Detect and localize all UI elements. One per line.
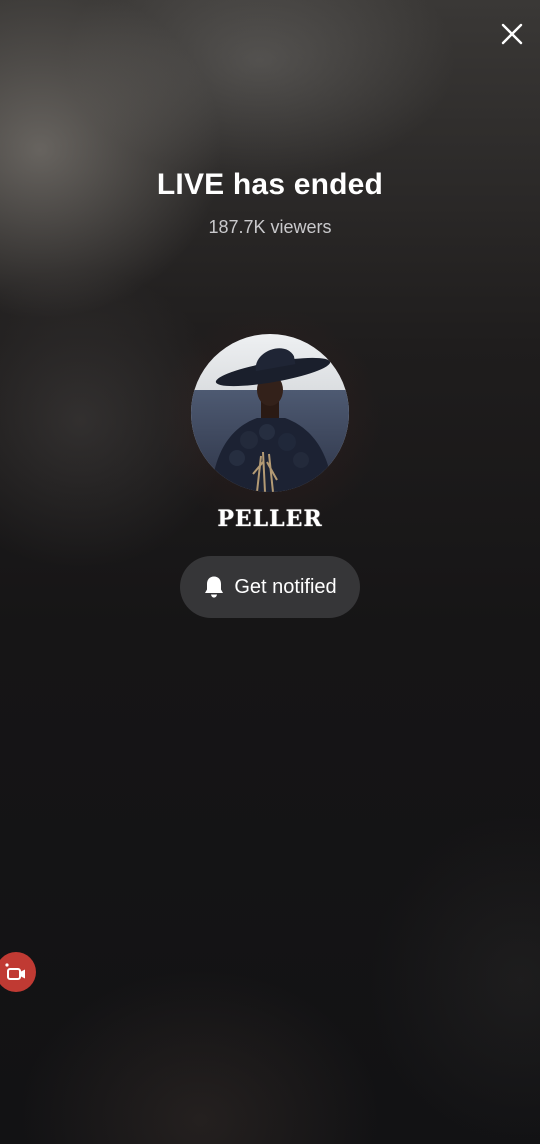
- viewer-count: 187.7K viewers: [208, 217, 332, 237]
- avatar[interactable]: [191, 334, 349, 492]
- close-icon: [501, 23, 523, 45]
- live-ended-title: LIVE has ended: [156, 168, 384, 201]
- host-username[interactable]: PELLER: [0, 506, 540, 532]
- close-button[interactable]: [498, 20, 526, 48]
- get-notified-label: Get notified: [234, 575, 337, 598]
- bell-icon: [205, 576, 224, 598]
- get-notified-button[interactable]: Get notified: [180, 556, 360, 618]
- video-camera-icon: [5, 963, 25, 980]
